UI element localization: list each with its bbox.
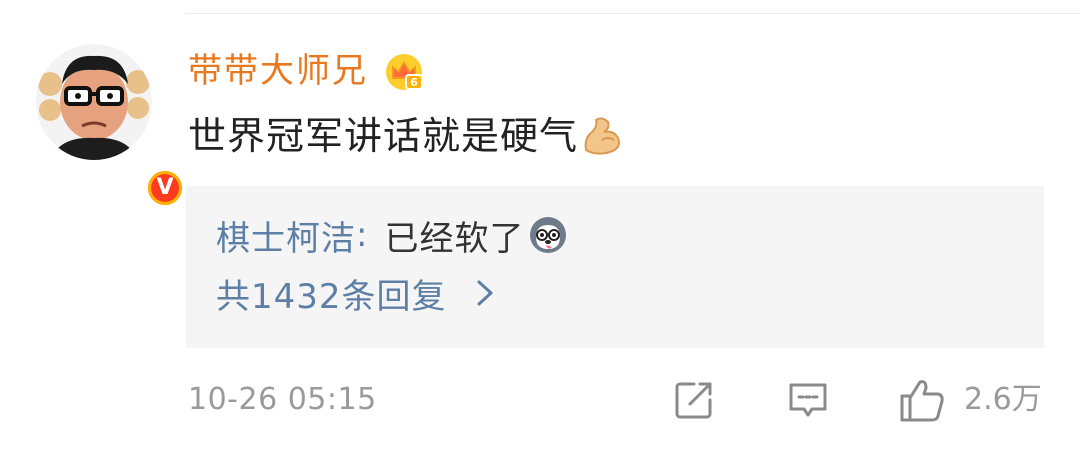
like-button[interactable]: 2.6万 — [898, 376, 1042, 424]
username-row: 带带大师兄 6 — [188, 48, 426, 94]
reply-preview[interactable]: 棋士柯洁 : 已经软了 共1432条回复 — [186, 186, 1044, 348]
comment-icon — [789, 383, 827, 417]
share-button[interactable] — [672, 376, 716, 424]
crown-icon[interactable]: 6 — [382, 49, 426, 93]
thumbs-up-icon — [900, 380, 944, 422]
comment-body: 世界冠军讲话就是硬气 — [188, 114, 579, 158]
more-replies-label: 共1432条回复 — [216, 276, 447, 317]
husky-icon — [530, 217, 567, 253]
timestamp: 10-26 05:15 — [188, 382, 377, 417]
chevron-right-icon — [477, 280, 493, 306]
top-divider — [186, 13, 1080, 14]
reply-colon: : — [356, 215, 369, 255]
comment-button[interactable] — [786, 376, 830, 424]
verified-badge: V — [145, 168, 185, 208]
reply-author[interactable]: 棋士柯洁 — [216, 211, 356, 260]
username[interactable]: 带带大师兄 — [188, 48, 368, 94]
muscle-icon — [584, 117, 621, 155]
reply-content: 已经软了 — [384, 218, 525, 259]
like-count: 2.6万 — [964, 382, 1042, 417]
more-replies-link[interactable]: 共1432条回复 — [216, 268, 497, 318]
reply-line: 棋士柯洁 : 已经软了 — [216, 210, 568, 260]
avatar-image — [36, 44, 152, 160]
svg-text:6: 6 — [410, 76, 418, 89]
avatar[interactable]: V — [36, 44, 185, 208]
comment-footer: 10-26 05:15 2.6万 — [0, 370, 1080, 430]
share-icon — [675, 382, 712, 419]
comment-text: 世界冠军讲话就是硬气 — [188, 108, 624, 164]
